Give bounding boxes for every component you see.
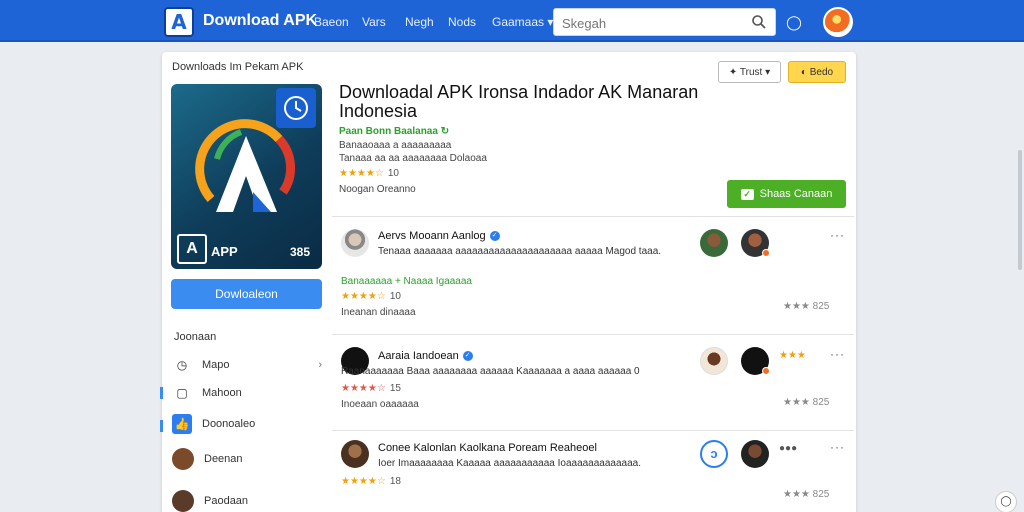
download-button[interactable]: Dowloaleon [171, 279, 322, 309]
help-icon[interactable]: ◯ [995, 491, 1017, 512]
share-button[interactable]: ✓ Shaas Canaan [727, 180, 846, 208]
status-badge [762, 367, 770, 375]
active-marker [160, 420, 163, 432]
sidebar-item-mapo[interactable]: ◷ Mapo › [172, 354, 322, 376]
avatar[interactable] [700, 347, 728, 375]
search-box[interactable] [553, 8, 776, 36]
sidebar-item-paodaan[interactable]: Paodaan [172, 490, 322, 512]
active-marker [160, 387, 163, 399]
reviewer-name[interactable]: Aaraia Iandoean ✓ [378, 350, 473, 362]
top-navigation-bar: A Download APK Baeon Vars Negh Nods Gaam… [0, 0, 1024, 42]
app-rating: ★★★★☆ 10 [339, 168, 399, 179]
avatar-icon [172, 490, 194, 512]
verified-icon: ✓ [462, 351, 473, 362]
review-rating: ★★★★☆ 10 [341, 291, 401, 302]
reviewer-avatar[interactable] [341, 229, 369, 257]
review-text: Tenaaa aaaaaaa aaaaaaaaaaaaaaaaaaaaa aaa… [378, 246, 662, 257]
app-date: Noogan Oreanno [339, 184, 416, 195]
notification-icon[interactable]: ◯ [784, 12, 804, 32]
logo-icon[interactable]: A [164, 7, 194, 37]
nav-item-1[interactable]: Baeon [314, 15, 349, 29]
check-icon: ✓ [740, 189, 754, 200]
sidebar-heading: Joonaan [174, 331, 217, 343]
mini-logo-icon: A [177, 234, 207, 264]
mini-avatar-group: ●●● [779, 443, 798, 454]
review-score: ★★★ 825 [783, 397, 830, 408]
sidebar-item-label: Deenan [204, 453, 243, 465]
nav-item-2[interactable]: Vars [362, 15, 386, 29]
more-options-icon[interactable]: ··· [830, 228, 845, 242]
sidebar-item-label: Paodaan [204, 495, 249, 507]
app-title: Downloadal APK Ironsa Indador AK Manaran… [339, 82, 699, 121]
more-options-icon[interactable]: ··· [830, 347, 845, 361]
developer-link[interactable]: Paan Bonn Baalanaa ↻ [339, 126, 449, 137]
review-text: Raanaaaaaaa Baaa aaaaaaaa aaaaaa Kaaaaaa… [341, 366, 640, 377]
app-meta-2: Tanaaa aa aa aaaaaaaa Dolaoaa [339, 153, 487, 164]
sidebar-item-doonoaleo[interactable]: 👍 Doonoaleo [172, 413, 322, 435]
avatar-icon [172, 448, 194, 470]
avatar[interactable] [700, 229, 728, 257]
nav-item-dropdown[interactable]: Gaamaas ▾ [492, 15, 553, 29]
search-input[interactable] [562, 13, 742, 33]
app-logo-icon [195, 119, 296, 212]
thumbs-up-icon: 👍 [172, 414, 192, 434]
scrollbar[interactable] [1018, 150, 1022, 270]
more-options-icon[interactable]: ··· [830, 440, 845, 454]
sidebar-item-label: Mapo [202, 359, 230, 371]
box-icon: ▢ [176, 386, 188, 400]
badge-stars: ★★★ [779, 350, 806, 361]
app-icon-image: A APP 385 [171, 84, 322, 269]
app-meta-1: Banaaoaaa a aaaaaaaaa [339, 140, 452, 151]
review-date: Inoeaan oaaaaaa [341, 399, 419, 410]
nav-item-3[interactable]: Negh [405, 15, 434, 29]
sidebar-item-deenan[interactable]: Deenan [172, 448, 322, 470]
review-tag[interactable]: Banaaaaaa + Naaaa Igaaaaa [341, 276, 472, 287]
sidebar-item-label: Doonoaleo [202, 418, 256, 430]
link-icon[interactable]: ↄ [700, 440, 728, 468]
chevron-right-icon: › [318, 359, 322, 371]
gold-button[interactable]: ◐ Bedo [788, 61, 846, 83]
review-item [332, 334, 854, 430]
clock-icon: ◷ [176, 358, 188, 372]
reviewer-name[interactable]: Conee Kalonlan Kaolkana Poream Reaheoel [378, 442, 597, 454]
status-badge [762, 249, 770, 257]
avatar[interactable] [741, 440, 769, 468]
trust-dropdown-button[interactable]: ✦ Trust ▾ [718, 61, 781, 83]
search-icon[interactable] [751, 14, 767, 30]
review-score: ★★★ 825 [783, 301, 830, 312]
reviewer-name[interactable]: Aervs Mooann Aanlog ✓ [378, 230, 500, 242]
review-text: Ioer Imaaaaaaaa Kaaaaa aaaaaaaaaaa Ioaaa… [378, 458, 642, 469]
star-icon: ◐ [800, 66, 810, 78]
reviewer-avatar[interactable] [341, 440, 369, 468]
brand-title[interactable]: Download APK [203, 12, 317, 30]
verified-icon: ✓ [489, 231, 500, 242]
breadcrumb: Downloads Im Pekam APK [172, 61, 304, 73]
nav-item-4[interactable]: Nods [448, 15, 476, 29]
review-rating: ★★★★☆ 15 [341, 383, 401, 394]
review-score: ★★★ 825 [783, 489, 830, 500]
sidebar-item-label: Mahoon [202, 387, 242, 399]
user-avatar[interactable] [823, 7, 853, 37]
thumb-icon: ✦ [728, 66, 740, 78]
app-icon-number: 385 [289, 245, 310, 259]
app-icon-label: APP [211, 244, 238, 259]
review-date: Ineanan dinaaaa [341, 307, 416, 318]
sidebar-item-mahoon[interactable]: ▢ Mahoon [172, 382, 322, 404]
review-rating: ★★★★☆ 18 [341, 476, 401, 487]
